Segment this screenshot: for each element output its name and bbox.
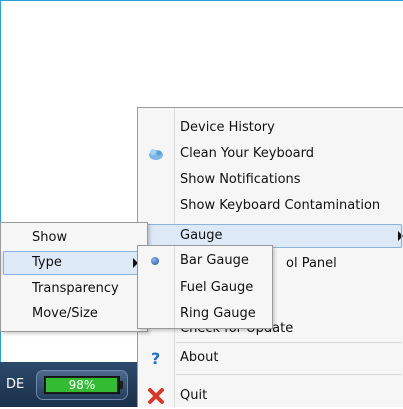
menu-item-type[interactable]: Type [1,251,147,275]
menu-item-label: Move/Size [32,306,98,321]
help-icon: ? [147,349,165,368]
menu-item-label: Show Keyboard Contamination [180,198,381,213]
menu-separator [176,374,402,375]
close-icon [147,387,165,405]
battery-cap [120,381,123,389]
language-indicator[interactable]: DE [6,376,32,394]
menu-item-show-keyboard-contamination[interactable]: Show Keyboard Contamination [138,194,403,218]
menu-item-show-notifications[interactable]: Show Notifications [138,168,403,192]
menu-item-label: Show Notifications [180,172,301,187]
menu-item-show[interactable]: Show [1,226,147,250]
menu-item-ring-gauge[interactable]: Ring Gauge [138,302,272,326]
menu-item-label: Gauge [180,228,223,243]
menu-item-quit[interactable]: Quit [138,384,403,408]
gauge-submenu: Show Type Transparency Move/Size [0,222,148,332]
menu-item-label: Type [32,255,62,270]
menu-item-label: About [180,350,219,365]
menu-item-move-size[interactable]: Move/Size [1,302,147,326]
menu-item-label: Clean Your Keyboard [180,146,315,161]
menu-item-clean-keyboard[interactable]: Clean Your Keyboard [138,142,403,166]
menu-item-about[interactable]: ? About [138,346,403,370]
keyboard-clean-icon [147,145,165,163]
radio-selected-icon [151,257,159,265]
menu-item-label: Show [32,230,68,245]
menu-item-device-history[interactable]: Device History [138,116,403,140]
type-submenu: Bar Gauge Fuel Gauge Ring Gauge [137,245,273,329]
menu-item-label: Transparency [32,281,119,296]
menu-item-label: Bar Gauge [180,253,249,268]
menu-item-label: ol Panel [286,256,337,271]
menu-item-label: Device History [180,120,275,135]
battery-icon[interactable]: 98% [44,376,120,394]
menu-item-fuel-gauge[interactable]: Fuel Gauge [138,276,272,300]
battery-percent: 98% [68,378,96,392]
menu-item-bar-gauge[interactable]: Bar Gauge [138,249,272,273]
menu-separator [176,342,402,343]
menu-item-transparency[interactable]: Transparency [1,277,147,301]
menu-item-label: Ring Gauge [180,306,256,321]
svg-text:?: ? [151,349,160,367]
menu-item-label: Quit [180,388,208,403]
menu-item-label: Fuel Gauge [180,280,254,295]
submenu-arrow-icon [398,231,403,241]
